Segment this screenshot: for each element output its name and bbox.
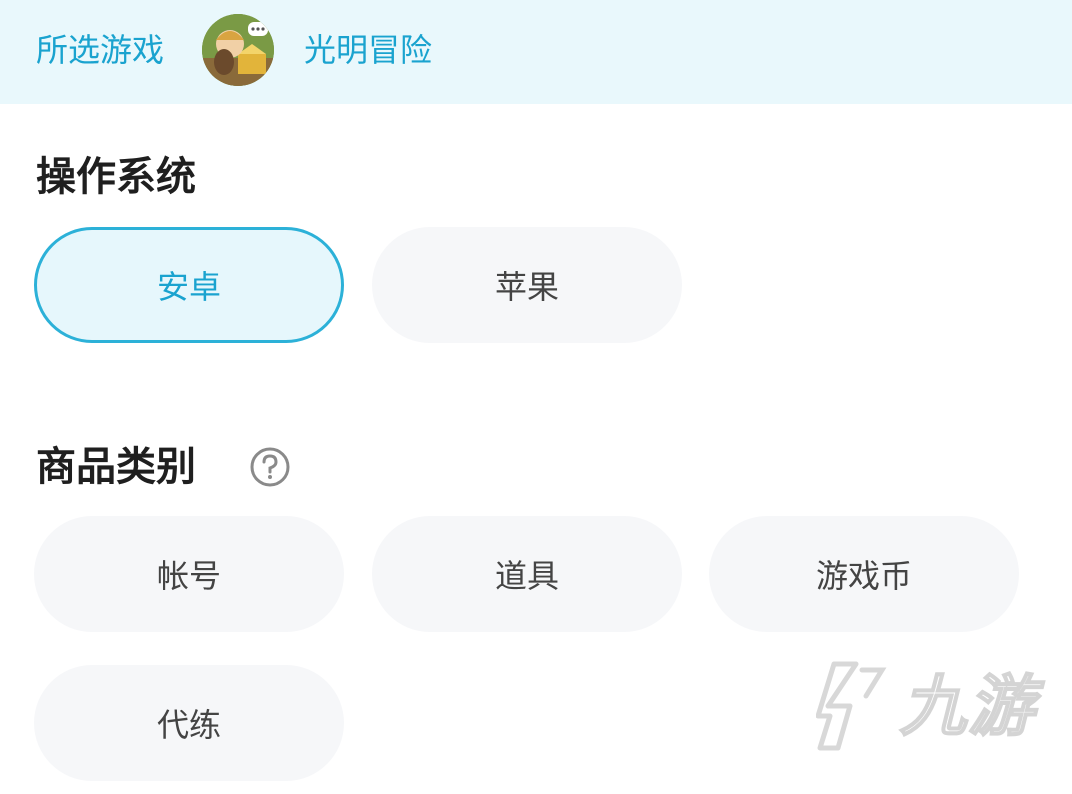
category-section-title: 商品类别 (36, 444, 196, 490)
question-circle-icon[interactable] (249, 446, 291, 488)
category-option-account[interactable]: 帐号 (34, 516, 344, 632)
category-option-label: 代练 (156, 706, 221, 744)
os-section-title: 操作系统 (36, 154, 196, 200)
watermark-text: 九游 (899, 668, 1036, 745)
selected-game-label: 所选游戏 (36, 31, 165, 69)
category-option-label: 道具 (494, 557, 559, 595)
jiuyou-watermark: 九游 (816, 656, 1036, 756)
category-option-item[interactable]: 道具 (372, 516, 682, 632)
category-option-boosting[interactable]: 代练 (34, 665, 344, 781)
selected-game-header[interactable]: 所选游戏 光明冒险 (0, 0, 1072, 104)
os-option-android[interactable]: 安卓 (34, 227, 344, 343)
category-option-label: 帐号 (156, 557, 221, 595)
os-option-label: 苹果 (494, 268, 559, 306)
category-option-label: 游戏币 (815, 557, 912, 595)
game-name[interactable]: 光明冒险 (304, 28, 432, 72)
os-option-label: 安卓 (156, 268, 221, 306)
category-option-game-currency[interactable]: 游戏币 (709, 516, 1019, 632)
os-option-ios[interactable]: 苹果 (372, 227, 682, 343)
game-avatar-icon (202, 14, 274, 86)
